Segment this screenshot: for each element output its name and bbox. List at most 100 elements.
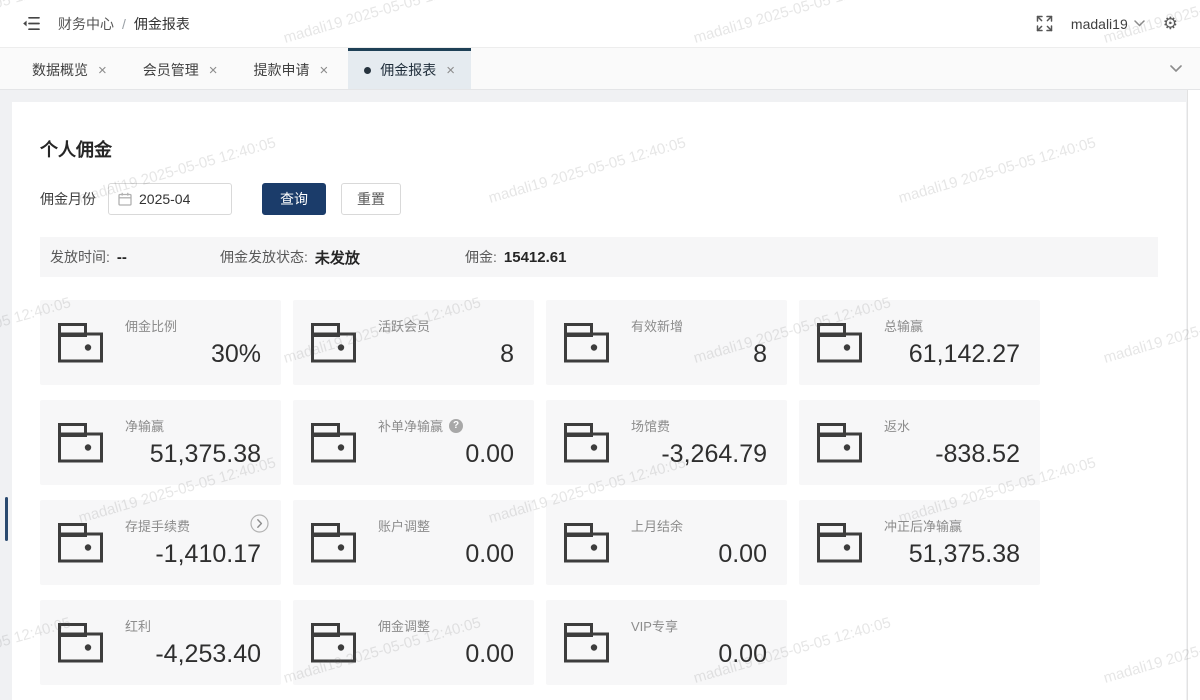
wallet-icon bbox=[58, 623, 103, 663]
stat-card-value: 51,375.38 bbox=[125, 440, 261, 469]
stat-card-value: 61,142.27 bbox=[884, 340, 1020, 369]
stat-card: 有效新增 ? 8 bbox=[546, 300, 787, 385]
gear-icon[interactable]: ⚙ bbox=[1163, 15, 1178, 32]
stat-card-label: 佣金调整 bbox=[378, 616, 430, 635]
tab-label: 会员管理 bbox=[143, 60, 199, 80]
issue-status-item: 佣金发放状态: 未发放 bbox=[220, 247, 465, 268]
tab-2[interactable]: 提款申请 × bbox=[238, 48, 345, 89]
breadcrumb-section[interactable]: 财务中心 bbox=[58, 14, 114, 34]
issue-time-value: -- bbox=[117, 249, 127, 266]
page-title: 个人佣金 bbox=[40, 136, 1158, 162]
commission-item: 佣金: 15412.61 bbox=[465, 247, 566, 267]
breadcrumb: 财务中心 / 佣金报表 bbox=[58, 14, 190, 34]
month-picker-input[interactable]: 2025-04 bbox=[108, 183, 232, 215]
stat-card-label: 活跃会员 bbox=[378, 316, 430, 335]
stat-card-value: 0.00 bbox=[631, 640, 767, 669]
menu-fold-icon[interactable] bbox=[22, 16, 40, 31]
wallet-icon bbox=[817, 423, 862, 463]
top-header: 财务中心 / 佣金报表 madali19 ⚙ bbox=[0, 0, 1200, 48]
stat-card-label: 账户调整 bbox=[378, 516, 430, 535]
stat-card-value: 0.00 bbox=[378, 540, 514, 569]
stat-card: 净输赢 ? 51,375.38 bbox=[40, 400, 281, 485]
stat-card-value: 0.00 bbox=[631, 540, 767, 569]
wallet-icon bbox=[564, 523, 609, 563]
tab-close-icon[interactable]: × bbox=[98, 63, 107, 78]
wallet-icon bbox=[311, 323, 356, 363]
stat-card-label: 场馆费 bbox=[631, 416, 670, 435]
issue-status-value: 未发放 bbox=[315, 247, 360, 268]
issue-status-label: 佣金发放状态: bbox=[220, 247, 308, 267]
active-dot-icon bbox=[364, 67, 371, 74]
user-menu[interactable]: madali19 bbox=[1071, 16, 1145, 32]
stat-card-value: -3,264.79 bbox=[631, 440, 767, 469]
wallet-icon bbox=[311, 523, 356, 563]
wallet-icon bbox=[311, 423, 356, 463]
tab-1[interactable]: 会员管理 × bbox=[127, 48, 234, 89]
stat-card: 场馆费 ? -3,264.79 bbox=[546, 400, 787, 485]
stat-card-label: 总输赢 bbox=[884, 316, 923, 335]
wallet-icon bbox=[564, 623, 609, 663]
tab-label: 佣金报表 bbox=[380, 60, 436, 80]
stat-card-label: 净输赢 bbox=[125, 416, 164, 435]
left-scroll-handle[interactable] bbox=[5, 497, 8, 541]
stats-grid: 佣金比例 ? 30% bbox=[40, 300, 1040, 685]
stat-card: 上月结余 ? 0.00 bbox=[546, 500, 787, 585]
stat-card-label: 红利 bbox=[125, 616, 151, 635]
stat-card: 冲正后净输赢 ? 51,375.38 bbox=[799, 500, 1040, 585]
chevron-down-icon bbox=[1134, 20, 1145, 27]
tab-bar: 数据概览 × 会员管理 × 提款申请 × 佣金报表 × bbox=[0, 48, 1200, 90]
calendar-icon bbox=[118, 192, 132, 206]
tab-0[interactable]: 数据概览 × bbox=[16, 48, 123, 89]
stat-card: 返水 ? -838.52 bbox=[799, 400, 1040, 485]
stat-card-label: 存提手续费 bbox=[125, 516, 190, 535]
username: madali19 bbox=[1071, 16, 1128, 32]
tab-close-icon[interactable]: × bbox=[446, 63, 455, 78]
stat-card-value: -838.52 bbox=[884, 440, 1020, 469]
reset-button[interactable]: 重置 bbox=[341, 183, 401, 215]
stat-card-value: -1,410.17 bbox=[125, 540, 261, 569]
scrollbar-track[interactable] bbox=[1187, 90, 1200, 700]
stat-card: 补单净输赢 ? 0.00 bbox=[293, 400, 534, 485]
wallet-icon bbox=[58, 523, 103, 563]
wallet-icon bbox=[564, 423, 609, 463]
issue-time-label: 发放时间: bbox=[50, 247, 110, 267]
month-value: 2025-04 bbox=[139, 191, 190, 207]
stat-card-label: 佣金比例 bbox=[125, 316, 177, 335]
stat-card: 总输赢 ? 61,142.27 bbox=[799, 300, 1040, 385]
stat-card: 活跃会员 ? 8 bbox=[293, 300, 534, 385]
stat-card-label: 返水 bbox=[884, 416, 910, 435]
fullscreen-icon[interactable] bbox=[1036, 15, 1053, 32]
wallet-icon bbox=[817, 323, 862, 363]
wallet-icon bbox=[817, 523, 862, 563]
issue-time-item: 发放时间: -- bbox=[50, 247, 220, 267]
tabbar-chevron-down-icon[interactable] bbox=[1170, 48, 1182, 89]
stat-card-value: 8 bbox=[631, 340, 767, 369]
tab-label: 数据概览 bbox=[32, 60, 88, 80]
wallet-icon bbox=[58, 323, 103, 363]
stat-card-value: 0.00 bbox=[378, 440, 514, 469]
filter-row: 佣金月份 2025-04 查询 重置 bbox=[40, 183, 1158, 215]
wallet-icon bbox=[564, 323, 609, 363]
query-button[interactable]: 查询 bbox=[262, 183, 326, 215]
tab-close-icon[interactable]: × bbox=[320, 63, 329, 78]
stat-card-label: 有效新增 bbox=[631, 316, 683, 335]
expand-right-icon[interactable] bbox=[250, 514, 269, 533]
stat-card: 佣金比例 ? 30% bbox=[40, 300, 281, 385]
breadcrumb-separator: / bbox=[122, 16, 126, 32]
tab-label: 提款申请 bbox=[254, 60, 310, 80]
stat-card-label: VIP专享 bbox=[631, 616, 678, 635]
tab-3[interactable]: 佣金报表 × bbox=[348, 48, 471, 89]
stat-card: 佣金调整 ? 0.00 bbox=[293, 600, 534, 685]
month-field-label: 佣金月份 bbox=[40, 189, 96, 209]
stat-card-value: -4,253.40 bbox=[125, 640, 261, 669]
stat-card: VIP专享 ? 0.00 bbox=[546, 600, 787, 685]
wallet-icon bbox=[58, 423, 103, 463]
stat-card-label: 补单净输赢 bbox=[378, 416, 443, 435]
help-icon[interactable]: ? bbox=[449, 419, 463, 433]
tab-close-icon[interactable]: × bbox=[209, 63, 218, 78]
stat-card-value: 0.00 bbox=[378, 640, 514, 669]
stat-card-value: 30% bbox=[125, 340, 261, 369]
stat-card: 账户调整 ? 0.00 bbox=[293, 500, 534, 585]
stat-card-label: 冲正后净输赢 bbox=[884, 516, 962, 535]
stat-card-value: 51,375.38 bbox=[884, 540, 1020, 569]
